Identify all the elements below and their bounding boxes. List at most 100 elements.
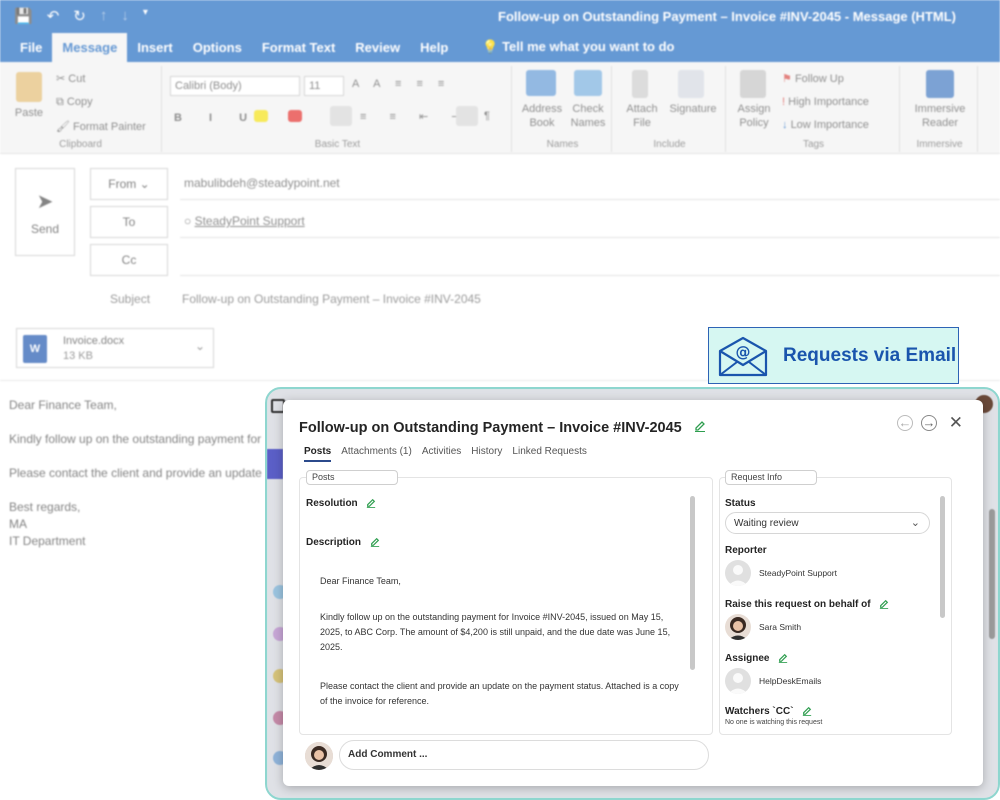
behalf-section: Raise this request on behalf of [725,599,889,610]
close-icon[interactable]: ✕ [949,413,963,433]
cc-field[interactable] [180,244,1000,276]
redo-icon[interactable]: ↻ [73,7,86,25]
from-field[interactable]: mabulibdeh@steadypoint.net [180,168,1000,200]
paragraph-controls[interactable]: ≡ ≡ ⇤ ⇥ [360,110,470,123]
check-names-icon [574,70,602,96]
description-paragraph: Kindly follow up on the outstanding paym… [320,612,671,652]
assignee-person[interactable]: HelpDeskEmails [725,668,821,694]
send-label: Send [30,222,60,236]
customize-icon[interactable]: ▾ [143,7,148,25]
follow-up-button[interactable]: ⚑ Follow Up [782,72,844,85]
paste-button[interactable]: Paste [12,106,46,120]
edit-icon[interactable] [370,537,380,548]
behalf-person[interactable]: Sara Smith [725,614,801,640]
tell-me-search[interactable]: 💡 Tell me what you want to do [458,39,684,62]
include-group-label: Include [653,139,686,150]
signature-button[interactable]: Signature [664,102,722,116]
contact-status-icon: ○ [184,214,192,228]
save-icon[interactable]: 💾 [14,7,33,25]
tab-history[interactable]: History [471,446,502,462]
up-icon[interactable]: ↑ [100,7,108,25]
quick-access-toolbar: 💾 ↶ ↻ ↑ ↓ ▾ [14,7,148,25]
edit-icon[interactable] [694,420,706,432]
tab-attachments[interactable]: Attachments (1) [341,446,412,462]
attach-file-button[interactable]: Attach File [620,102,664,130]
status-value: Waiting review [734,518,799,529]
tab-message[interactable]: Message [52,33,128,62]
tab-activities[interactable]: Activities [422,446,461,462]
font-color-icon[interactable] [288,110,302,122]
send-icon: ➤ [36,191,54,213]
chevron-down-icon[interactable]: ⌄ [195,339,205,353]
attachment-chip[interactable]: W Invoice.docx 13 KB ⌄ [16,328,214,368]
font-size-select[interactable]: 11 [304,76,344,96]
from-label: From [108,177,137,191]
status-dropdown[interactable]: Waiting review ⌄ [725,512,930,534]
add-comment-input[interactable]: Add Comment ... [339,740,709,770]
user-photo-icon [725,614,751,640]
status-label: Status [725,498,756,509]
behalf-name: Sara Smith [759,622,802,632]
avatar [725,560,751,586]
email-body-line: Kindly follow up on the outstanding paym… [9,432,262,446]
reporter-label: Reporter [725,545,767,556]
font-size-controls[interactable]: A A ≡ ≡ ≡ [352,78,450,90]
to-button[interactable]: To [90,206,168,238]
undo-icon[interactable]: ↶ [47,7,60,25]
check-names-button[interactable]: Check Names [566,102,610,130]
address-book-icon [526,70,556,96]
edit-icon[interactable] [802,706,812,717]
posts-scrollbar[interactable] [690,496,695,670]
tab-insert[interactable]: Insert [127,40,182,62]
next-arrow-icon[interactable]: → [921,415,937,431]
align-left-icon[interactable] [330,106,352,126]
immersive-reader-button[interactable]: Immersive Reader [906,102,974,130]
indent-icon[interactable] [456,106,478,126]
down-icon[interactable]: ↓ [121,7,129,25]
scrollbar[interactable] [989,509,995,639]
tab-format-text[interactable]: Format Text [252,40,345,62]
edit-icon[interactable] [366,498,376,509]
low-importance-button[interactable]: ↓ Low Importance [782,119,869,131]
to-recipient[interactable]: SteadyPoint Support [195,214,305,228]
tab-file[interactable]: File [10,40,52,62]
modal-title: Follow-up on Outstanding Payment – Invoi… [299,420,706,436]
tab-options[interactable]: Options [183,40,252,62]
request-info-scrollbar[interactable] [940,496,945,618]
description-paragraph: Please contact the client and provide an… [320,681,679,706]
cc-button[interactable]: Cc [90,244,168,276]
svg-text:@: @ [736,343,751,361]
cut-button[interactable]: ✂ Cut [56,72,85,85]
reporter-person[interactable]: SteadyPoint Support [725,560,837,586]
tab-posts[interactable]: Posts [304,446,332,462]
copy-button[interactable]: ⧉ Copy [56,96,93,109]
pilcrow-icon[interactable]: ¶ [484,110,490,122]
exclamation-icon: ! [782,96,786,108]
edit-icon[interactable] [879,599,889,610]
to-field[interactable]: ○ SteadyPoint Support [180,206,1000,238]
subject-field[interactable]: Follow-up on Outstanding Payment – Invoi… [182,292,481,306]
address-book-button[interactable]: Address Book [518,102,566,130]
highlight-icon[interactable] [254,110,268,122]
tab-help[interactable]: Help [410,40,458,62]
assign-policy-button[interactable]: Assign Policy [732,102,776,130]
reporter-name: SteadyPoint Support [759,568,837,578]
font-name-select[interactable]: Calibri (Body) [170,76,300,96]
from-button[interactable]: From ⌄ [90,168,168,200]
previous-arrow-icon[interactable]: ← [897,415,913,431]
modal-title-text: Follow-up on Outstanding Payment – Invoi… [299,420,682,436]
edit-icon[interactable] [778,653,788,664]
resolution-section: Resolution [306,498,376,509]
tab-linked-requests[interactable]: Linked Requests [512,446,587,462]
tags-group: Assign Policy ⚑ Follow Up ! High Importa… [728,66,900,152]
badge-label: Requests via Email [783,344,957,366]
send-button[interactable]: ➤ Send [15,168,75,256]
high-importance-button[interactable]: ! High Importance [782,96,869,108]
tab-review[interactable]: Review [345,40,410,62]
immersive-group-label: Immersive [916,139,963,150]
subject-label: Subject [110,292,151,306]
format-painter-button[interactable]: 🖌 Format Painter [56,120,146,133]
user-photo-icon [305,742,333,770]
default-avatar-icon [725,560,751,586]
format-buttons[interactable]: B I U [174,112,259,124]
